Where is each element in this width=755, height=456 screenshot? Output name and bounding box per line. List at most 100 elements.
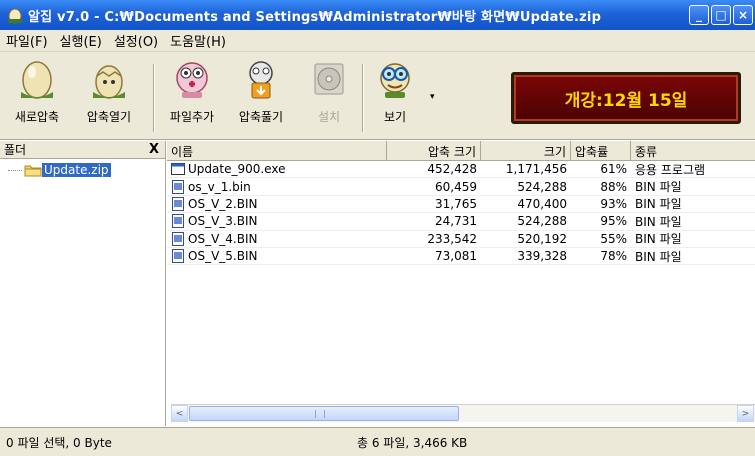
file-list: 이름 압축 크기 크기 압축률 종류 Update_900.exe 452,42… bbox=[167, 141, 755, 426]
install-button[interactable]: 설치 bbox=[294, 58, 364, 136]
column-type-header[interactable]: 종류 bbox=[631, 141, 755, 160]
compressed-size-cell: 31,765 bbox=[435, 196, 477, 211]
install-label: 설치 bbox=[317, 110, 341, 124]
compressed-size-cell: 233,542 bbox=[427, 231, 477, 246]
add-file-button[interactable]: 파일추가 bbox=[157, 58, 227, 136]
menu-run[interactable]: 실행(E) bbox=[60, 31, 102, 50]
toolbar-separator bbox=[153, 64, 155, 132]
folder-panel-header: 폴더 X bbox=[0, 141, 165, 159]
menu-settings[interactable]: 설정(O) bbox=[114, 31, 158, 50]
file-name: OS_V_3.BIN bbox=[188, 214, 258, 229]
minimize-button[interactable]: _ bbox=[689, 5, 709, 25]
type-cell: BIN 파일 bbox=[635, 232, 682, 247]
scroll-left-button[interactable]: < bbox=[171, 405, 188, 422]
ratio-cell: 95% bbox=[600, 214, 627, 229]
size-cell: 524,288 bbox=[517, 214, 567, 229]
folder-panel: 폴더 X Update.zip bbox=[0, 141, 166, 426]
exe-icon bbox=[171, 163, 185, 176]
table-row[interactable]: OS_V_5.BIN 73,081 339,328 78% BIN 파일 bbox=[167, 248, 755, 266]
add-file-label: 파일추가 bbox=[169, 110, 215, 124]
total-status: 총 6 파일, 3,466 KB bbox=[357, 435, 468, 450]
view-dropdown-arrow[interactable]: ▾ bbox=[430, 92, 435, 102]
size-cell: 470,400 bbox=[517, 196, 567, 211]
table-row[interactable]: os_v_1.bin 60,459 524,288 88% BIN 파일 bbox=[167, 178, 755, 196]
scroll-right-button[interactable]: > bbox=[737, 405, 754, 422]
banner-text: 개강:12월 15일 bbox=[564, 90, 688, 111]
horizontal-scrollbar[interactable]: < > bbox=[171, 404, 755, 422]
title-bar: 알집 v7.0 - C:₩Documents and Settings₩Admi… bbox=[0, 0, 755, 30]
scroll-thumb[interactable] bbox=[189, 406, 459, 421]
add-file-icon bbox=[176, 62, 208, 98]
file-name: os_v_1.bin bbox=[188, 179, 251, 194]
table-row[interactable]: OS_V_4.BIN 233,542 520,192 55% BIN 파일 bbox=[167, 231, 755, 248]
tree-item-label: Update.zip bbox=[42, 163, 111, 177]
file-list-header: 이름 압축 크기 크기 압축률 종류 bbox=[167, 141, 755, 161]
table-row[interactable]: OS_V_3.BIN 24,731 524,288 95% BIN 파일 bbox=[167, 213, 755, 231]
column-size-header[interactable]: 크기 bbox=[481, 141, 571, 160]
menu-bar: 파일(F) 실행(E) 설정(O) 도움말(H) bbox=[0, 30, 755, 52]
promo-banner[interactable]: 개강:12월 15일 bbox=[511, 72, 741, 124]
size-cell: 520,192 bbox=[517, 231, 567, 246]
name-cell: Update_900.exe bbox=[167, 162, 387, 176]
bin-file-icon bbox=[172, 249, 184, 264]
open-archive-egg-icon bbox=[93, 65, 125, 99]
maximize-button[interactable]: □ bbox=[711, 5, 731, 25]
window-title: 알집 v7.0 - C:₩Documents and Settings₩Admi… bbox=[28, 9, 602, 25]
extract-button[interactable]: 압축풀기 bbox=[226, 58, 296, 136]
file-name: OS_V_4.BIN bbox=[188, 231, 258, 246]
extract-label: 압축풀기 bbox=[238, 110, 284, 124]
compressed-size-cell: 73,081 bbox=[435, 249, 477, 264]
bin-file-icon bbox=[172, 179, 184, 194]
column-name-header[interactable]: 이름 bbox=[167, 141, 387, 160]
name-cell: os_v_1.bin bbox=[167, 179, 387, 194]
type-cell: BIN 파일 bbox=[635, 214, 682, 229]
menu-help[interactable]: 도움말(H) bbox=[170, 31, 226, 50]
type-cell: 응용 프로그램 bbox=[635, 162, 706, 177]
table-row[interactable]: OS_V_2.BIN 31,765 470,400 93% BIN 파일 bbox=[167, 196, 755, 214]
compressed-size-cell: 24,731 bbox=[435, 214, 477, 229]
open-archive-button[interactable]: 압축열기 bbox=[74, 58, 144, 136]
status-bar: 0 파일 선택, 0 Byte 총 6 파일, 3,466 KB bbox=[0, 427, 755, 456]
tree-item-update-zip[interactable]: Update.zip bbox=[8, 163, 111, 177]
open-archive-label: 압축열기 bbox=[86, 110, 132, 124]
new-archive-egg-icon bbox=[21, 61, 53, 99]
name-cell: OS_V_2.BIN bbox=[167, 196, 387, 211]
view-button[interactable]: 보기 bbox=[360, 58, 430, 136]
type-cell: BIN 파일 bbox=[635, 197, 682, 212]
ratio-cell: 93% bbox=[600, 196, 627, 211]
type-cell: BIN 파일 bbox=[635, 180, 682, 195]
column-ratio-header[interactable]: 압축률 bbox=[571, 141, 631, 160]
name-cell: OS_V_5.BIN bbox=[167, 249, 387, 264]
table-row[interactable]: Update_900.exe 452,428 1,171,456 61% 응용 … bbox=[167, 161, 755, 179]
alzip-app-icon bbox=[8, 8, 22, 24]
new-archive-button[interactable]: 새로압축 bbox=[2, 58, 72, 136]
file-name: OS_V_2.BIN bbox=[188, 196, 258, 211]
ratio-cell: 61% bbox=[600, 162, 627, 177]
size-cell: 1,171,456 bbox=[505, 162, 567, 177]
bin-file-icon bbox=[172, 214, 184, 229]
folder-panel-close-button[interactable]: X bbox=[149, 142, 159, 157]
file-name: Update_900.exe bbox=[188, 162, 286, 177]
extract-icon bbox=[249, 61, 273, 99]
type-cell: BIN 파일 bbox=[635, 249, 682, 264]
close-button[interactable]: × bbox=[733, 5, 753, 25]
scroll-grip bbox=[315, 410, 325, 418]
ratio-cell: 55% bbox=[600, 231, 627, 246]
bin-file-icon bbox=[172, 196, 184, 211]
name-cell: OS_V_3.BIN bbox=[167, 214, 387, 229]
folder-icon bbox=[24, 165, 42, 177]
selection-status: 0 파일 선택, 0 Byte bbox=[6, 435, 112, 450]
size-cell: 524,288 bbox=[517, 179, 567, 194]
column-compressed-header[interactable]: 압축 크기 bbox=[387, 141, 481, 160]
install-cd-icon bbox=[314, 63, 344, 95]
name-cell: OS_V_4.BIN bbox=[167, 231, 387, 246]
size-cell: 339,328 bbox=[517, 249, 567, 264]
file-name: OS_V_5.BIN bbox=[188, 249, 258, 264]
view-label: 보기 bbox=[383, 110, 407, 124]
folder-panel-title: 폴더 bbox=[4, 143, 27, 157]
bin-file-icon bbox=[172, 231, 184, 246]
menu-file[interactable]: 파일(F) bbox=[6, 31, 48, 50]
compressed-size-cell: 452,428 bbox=[427, 162, 477, 177]
view-icon bbox=[380, 63, 410, 98]
ratio-cell: 88% bbox=[600, 179, 627, 194]
